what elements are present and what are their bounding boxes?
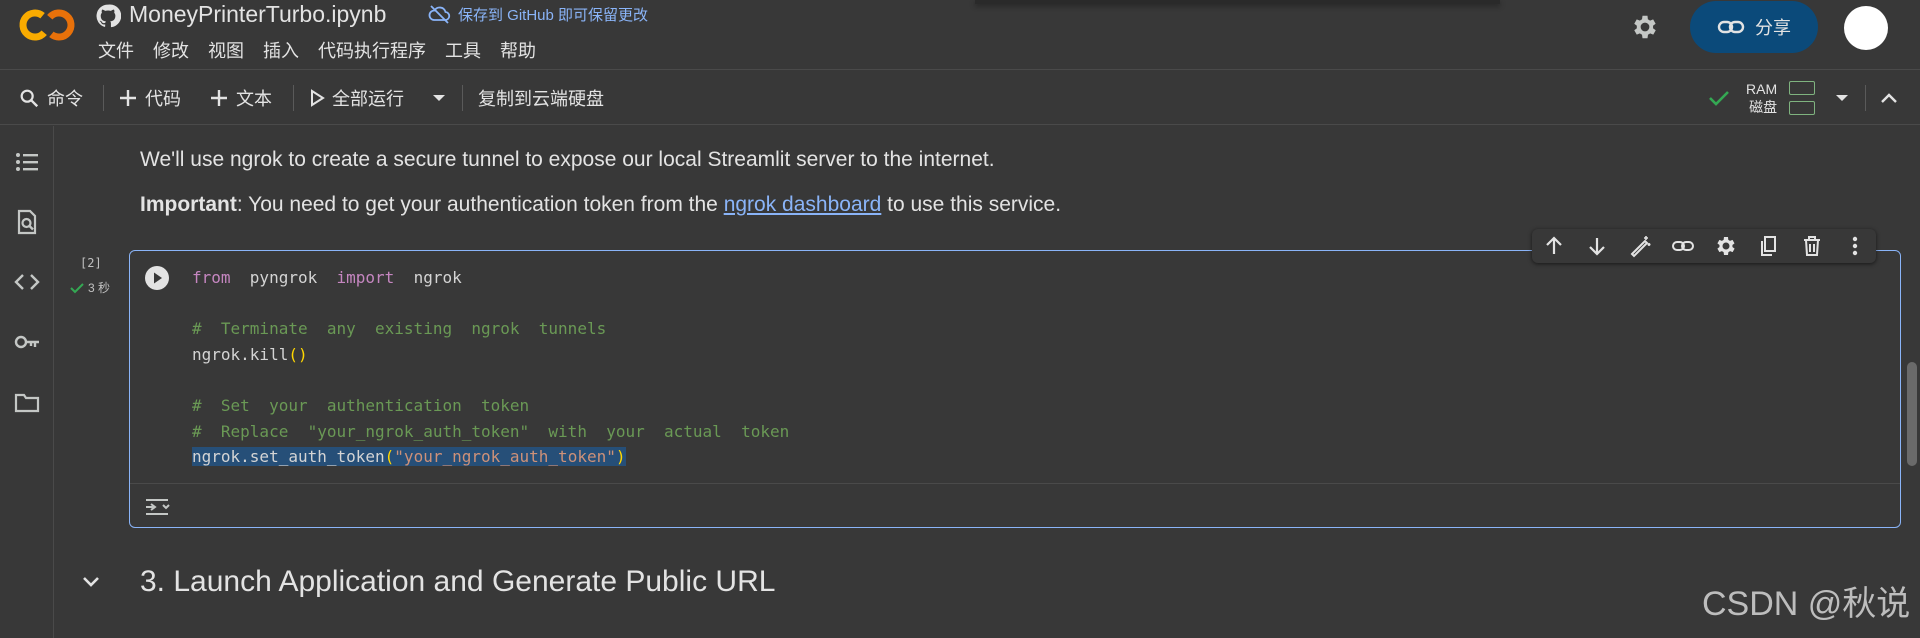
more-icon[interactable]: [1843, 234, 1867, 258]
notebook-toolbar: 命令 代码 文本 全部运行 复制到云端硬盘 RAM 磁盘: [0, 71, 1920, 125]
disk-label: 磁盘: [1749, 99, 1778, 115]
share-label: 分享: [1755, 18, 1791, 38]
toolbar-divider: [462, 85, 463, 111]
add-text-button[interactable]: 文本: [209, 71, 272, 125]
important-text-after: to use this service.: [881, 193, 1062, 216]
resources-dropdown[interactable]: [1834, 71, 1850, 125]
code-text[interactable]: from pyngrok import ngrok # Terminate an…: [192, 265, 789, 470]
copy-to-drive-label: 复制到云端硬盘: [478, 89, 604, 109]
resources-indicator[interactable]: RAM 磁盘: [1746, 71, 1777, 125]
menu-help[interactable]: 帮助: [500, 38, 547, 64]
watermark: CSDN @秋说: [1702, 585, 1911, 623]
key-icon[interactable]: [13, 328, 41, 356]
menu-bar: 文件 修改 视图 插入 代码执行程序 工具 帮助: [98, 38, 555, 64]
cloud-off-icon: [428, 4, 452, 24]
app-header: MoneyPrinterTurbo.ipynb 保存到 GitHub 即可保留更…: [0, 0, 1920, 70]
gear-icon[interactable]: [1630, 12, 1660, 42]
left-sidebar: [0, 126, 54, 638]
run-all-button[interactable]: 全部运行: [309, 71, 404, 125]
toolbar-divider: [293, 85, 294, 111]
search-icon: [18, 87, 40, 109]
menu-runtime[interactable]: 代码执行程序: [318, 38, 437, 64]
avatar[interactable]: [1844, 6, 1888, 50]
section-heading: 3. Launch Application and Generate Publi…: [140, 565, 776, 598]
link-icon: [1717, 19, 1745, 35]
ngrok-dashboard-link[interactable]: ngrok dashboard: [724, 193, 882, 216]
plus-icon: [118, 88, 138, 108]
markdown-intro-line: We'll use ngrok to create a secure tunne…: [140, 148, 995, 171]
section-collapse-button[interactable]: [80, 570, 102, 592]
chevron-down-icon: [1834, 93, 1850, 103]
check-icon: [70, 282, 84, 294]
ram-bar: [1789, 81, 1815, 95]
add-code-button[interactable]: 代码: [118, 71, 181, 125]
arrow-up-icon[interactable]: [1542, 234, 1566, 258]
run-all-label: 全部运行: [332, 89, 404, 109]
save-to-github-label: 保存到 GitHub 即可保留更改: [458, 6, 649, 24]
popup-edge: [975, 0, 1500, 4]
colab-logo[interactable]: [18, 8, 78, 42]
execution-count: [2]: [80, 256, 102, 270]
code-icon[interactable]: [13, 268, 41, 296]
scrollbar-thumb[interactable]: [1907, 362, 1917, 466]
execution-time: 3 秒: [88, 281, 111, 295]
execution-status: 3 秒: [70, 279, 110, 296]
toc-icon[interactable]: [13, 148, 41, 176]
plus-icon: [209, 88, 229, 108]
collapse-toolbar-button[interactable]: [1880, 71, 1898, 125]
add-code-label: 代码: [145, 89, 181, 109]
check-icon: [1708, 89, 1730, 107]
save-to-github-link[interactable]: 保存到 GitHub 即可保留更改: [428, 2, 648, 26]
cell-toolbar: [1532, 229, 1876, 263]
menu-file[interactable]: 文件: [98, 38, 145, 64]
copy-to-drive-button[interactable]: 复制到云端硬盘: [478, 71, 604, 125]
ram-label: RAM: [1746, 81, 1778, 97]
menu-view[interactable]: 视图: [208, 38, 255, 64]
play-icon: [309, 89, 325, 107]
important-text-before: : You need to get your authentication to…: [236, 193, 724, 216]
chevron-up-icon: [1880, 92, 1898, 104]
command-label: 命令: [47, 89, 83, 109]
menu-tools[interactable]: 工具: [445, 38, 492, 64]
run-cell-button[interactable]: [144, 265, 170, 291]
menu-insert[interactable]: 插入: [263, 38, 310, 64]
find-icon[interactable]: [13, 208, 41, 236]
github-icon: [95, 3, 121, 29]
code-cell[interactable]: from pyngrok import ngrok # Terminate an…: [129, 250, 1901, 528]
connected-status[interactable]: [1708, 71, 1730, 125]
menu-edit[interactable]: 修改: [153, 38, 200, 64]
add-text-label: 文本: [236, 89, 272, 109]
notebook-title[interactable]: MoneyPrinterTurbo.ipynb: [129, 0, 386, 28]
chevron-down-icon: [431, 93, 447, 103]
disk-bar: [1789, 101, 1815, 115]
folder-icon[interactable]: [13, 388, 41, 416]
settings-icon[interactable]: [1714, 234, 1738, 258]
mirror-icon[interactable]: [1757, 234, 1781, 258]
code-editor[interactable]: from pyngrok import ngrok # Terminate an…: [130, 251, 1900, 484]
toolbar-divider: [1865, 85, 1866, 111]
share-button[interactable]: 分享: [1690, 1, 1818, 53]
important-label: Important: [140, 193, 237, 216]
output-toggle-icon[interactable]: [144, 495, 172, 519]
markdown-important-line: Important: You need to get your authenti…: [140, 191, 1061, 219]
arrow-down-icon[interactable]: [1585, 234, 1609, 258]
toolbar-divider: [103, 85, 104, 111]
run-options-dropdown[interactable]: [431, 71, 447, 125]
trash-icon[interactable]: [1800, 234, 1824, 258]
command-palette-button[interactable]: 命令: [18, 71, 83, 125]
link-icon[interactable]: [1671, 234, 1695, 258]
magic-edit-icon[interactable]: [1628, 234, 1652, 258]
